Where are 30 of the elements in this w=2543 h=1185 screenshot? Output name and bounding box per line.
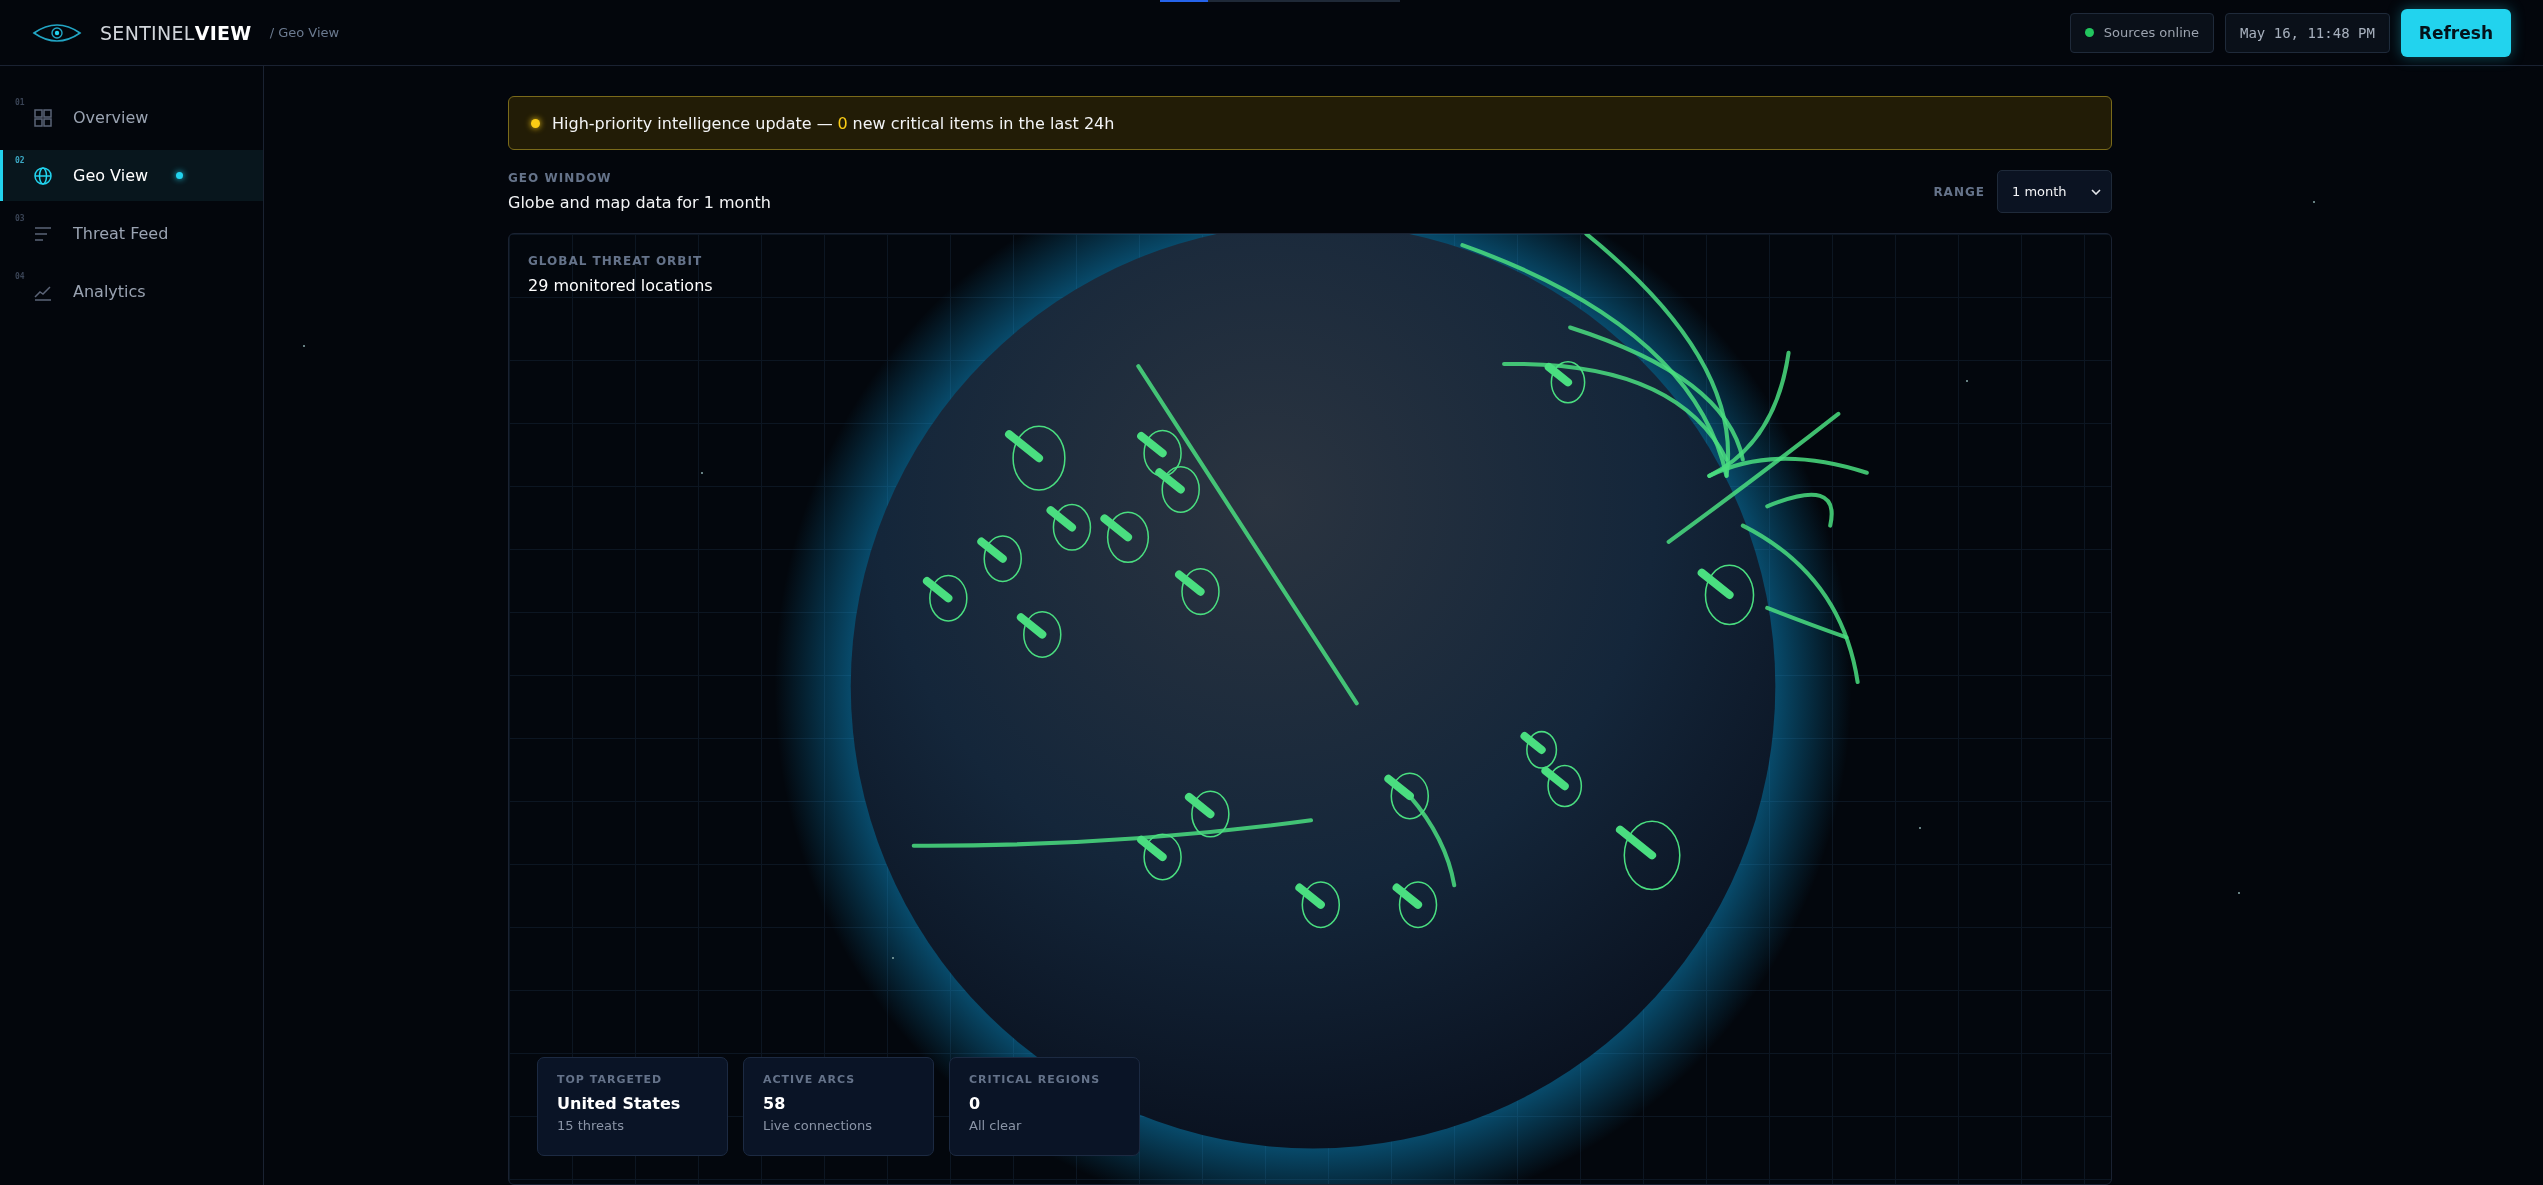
stat-value: 58 — [763, 1094, 787, 1113]
stat-detail: Live connections — [763, 1118, 874, 1133]
card-eyebrow: GLOBAL THREAT ORBIT — [528, 254, 704, 268]
breadcrumb: / Geo View — [269, 25, 340, 40]
globe-icon — [33, 165, 53, 186]
chevron-down-icon — [2091, 188, 2101, 195]
status-label: Sources online — [2103, 25, 2199, 40]
stat-label: CRITICAL REGIONS — [969, 1073, 1102, 1086]
brand-name: SENTINELVIEW — [100, 21, 252, 44]
refresh-button[interactable]: Refresh — [2400, 8, 2511, 57]
range-select[interactable]: 1 month — [1997, 170, 2112, 213]
section-title: Globe and map data for 1 month — [508, 193, 771, 212]
stat-value: 0 — [969, 1094, 982, 1113]
section-eyebrow: GEO WINDOW — [508, 171, 613, 185]
datetime-display: May 16, 11:48 PM — [2225, 12, 2390, 53]
sidebar-item[interactable]: 02 Geo View — [0, 150, 263, 201]
sidebar-item[interactable]: 04 Analytics — [0, 266, 263, 317]
sidebar-item[interactable]: 01 Overview — [0, 92, 263, 143]
stat-detail: All clear — [969, 1118, 1023, 1133]
stat-detail: 15 threats — [557, 1118, 625, 1133]
stat-value: United States — [557, 1094, 682, 1113]
sidebar-item[interactable]: 03 Threat Feed — [0, 208, 263, 259]
alert-banner: High-priority intelligence update — 0 new critical items in the last 24h — [508, 96, 2112, 150]
card-title: 29 monitored locations — [528, 276, 714, 295]
stat-label: TOP TARGETED — [557, 1073, 664, 1086]
grid-icon — [33, 107, 53, 128]
active-indicator-dot — [176, 172, 184, 179]
eye-logo-icon — [32, 22, 82, 43]
stat-label: ACTIVE ARCS — [763, 1073, 857, 1086]
range-label: RANGE — [1933, 184, 1985, 199]
